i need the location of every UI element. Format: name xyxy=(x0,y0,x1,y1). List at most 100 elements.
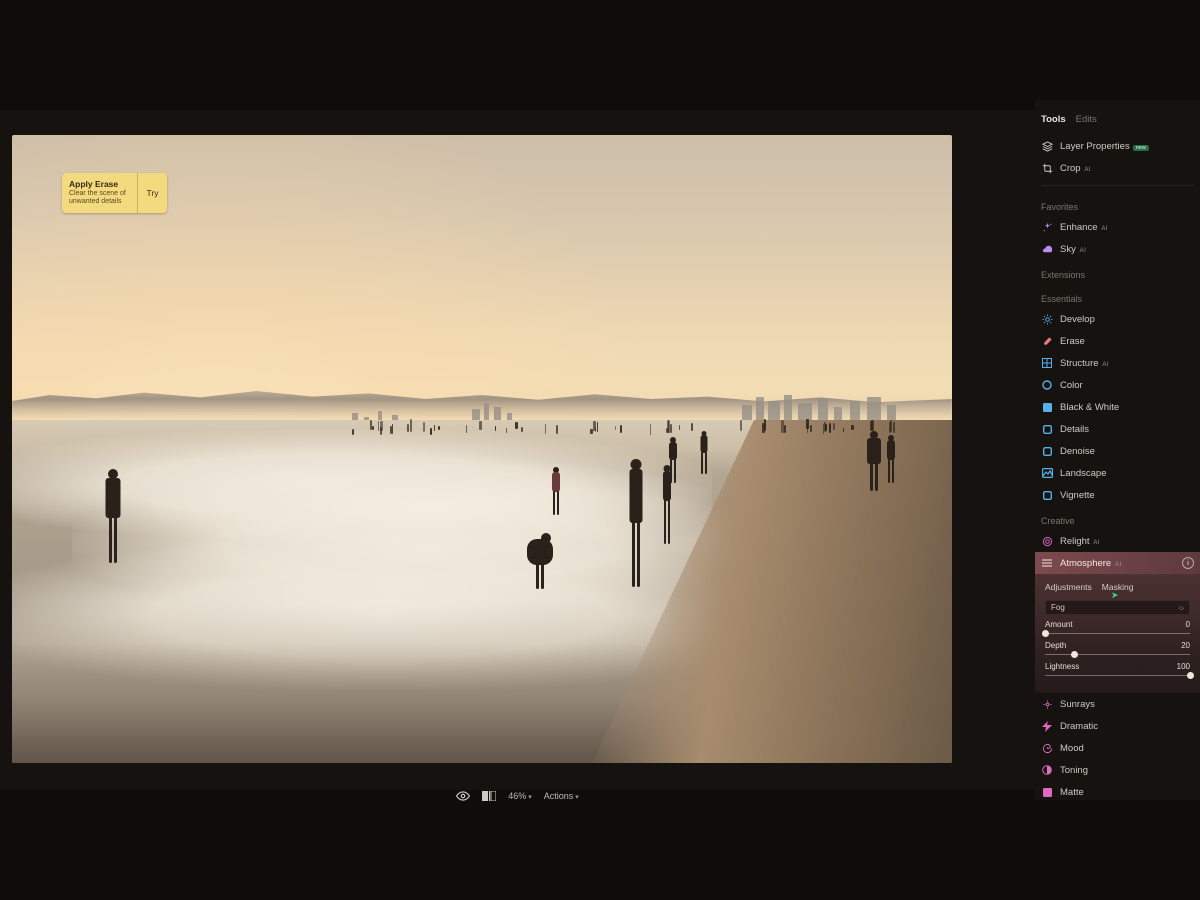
atmosphere-panel: Adjustments Masking ➤ Fog Amount0Depth20… xyxy=(1035,574,1200,693)
scene-person xyxy=(520,527,560,589)
scene-person xyxy=(624,459,648,589)
tool-label: Sky AI xyxy=(1060,244,1194,255)
tool-bw[interactable]: Black & White xyxy=(1035,396,1200,418)
tool-crop[interactable]: Crop AI xyxy=(1035,157,1200,179)
tip-apply-erase: Apply Erase Clear the scene of unwanted … xyxy=(62,173,167,213)
tool-develop[interactable]: Develop xyxy=(1035,308,1200,330)
tool-label: Develop xyxy=(1060,314,1194,325)
bolt-icon xyxy=(1041,720,1053,732)
crop-icon xyxy=(1041,162,1053,174)
tool-structure[interactable]: Structure AI xyxy=(1035,352,1200,374)
slider-value: 20 xyxy=(1181,641,1190,650)
tip-title: Apply Erase xyxy=(69,179,130,189)
sparkle-icon xyxy=(1041,221,1053,233)
slider-lightness[interactable]: Lightness 100 xyxy=(1045,662,1190,679)
tool-denoise[interactable]: Denoise xyxy=(1035,440,1200,462)
tool-toning[interactable]: Toning xyxy=(1035,759,1200,781)
scene-person xyxy=(884,435,898,483)
square-o-icon xyxy=(1041,489,1053,501)
tool-landscape[interactable]: Landscape xyxy=(1035,462,1200,484)
scene-person xyxy=(549,467,563,515)
tool-label: Layer Propertiesnew xyxy=(1060,141,1194,152)
slider-label: Depth xyxy=(1045,641,1066,650)
tool-label: Denoise xyxy=(1060,446,1194,457)
tool-relight[interactable]: Relight AI xyxy=(1035,530,1200,552)
tip-try-button[interactable]: Try xyxy=(137,173,167,213)
tool-sky[interactable]: Sky AI xyxy=(1035,238,1200,260)
tool-label: Erase xyxy=(1060,336,1194,347)
tool-label: Relight AI xyxy=(1060,536,1194,547)
slider-value: 100 xyxy=(1177,662,1190,671)
slider-label: Lightness xyxy=(1045,662,1079,671)
info-icon[interactable]: i xyxy=(1182,557,1194,569)
divider xyxy=(1041,185,1194,186)
slider-value: 0 xyxy=(1186,620,1190,629)
tool-label: Matte xyxy=(1060,787,1194,798)
scene-crowd: /*placeholder*/ xyxy=(342,411,912,435)
sidebar-tabs: Tools Edits xyxy=(1035,100,1200,135)
section-essentials: Essentials xyxy=(1035,284,1200,308)
tool-label: Vignette xyxy=(1060,490,1194,501)
zoom-level[interactable]: 46% xyxy=(508,791,532,801)
sun-icon xyxy=(1041,313,1053,325)
tool-color[interactable]: Color xyxy=(1035,374,1200,396)
grid-icon xyxy=(1041,357,1053,369)
tool-atmosphere[interactable]: Atmosphere AI i xyxy=(1035,552,1200,574)
tool-layer-properties[interactable]: Layer Propertiesnew xyxy=(1035,135,1200,157)
slider-thumb[interactable] xyxy=(1187,672,1194,679)
tool-details[interactable]: Details xyxy=(1035,418,1200,440)
canvas-bottom-bar: 46% Actions xyxy=(0,784,1035,808)
section-extensions: Extensions xyxy=(1035,260,1200,284)
sun-o-icon xyxy=(1041,698,1053,710)
square-o-icon xyxy=(1041,445,1053,457)
scene-person xyxy=(862,431,886,491)
compare-icon[interactable] xyxy=(482,789,496,803)
actions-menu[interactable]: Actions xyxy=(544,791,579,801)
square-icon xyxy=(1041,786,1053,798)
tool-sunrays[interactable]: Sunrays xyxy=(1035,693,1200,715)
tool-label: Details xyxy=(1060,424,1194,435)
atmosphere-icon xyxy=(1041,557,1053,569)
cursor-icon: ➤ xyxy=(1111,590,1119,601)
tool-label: Enhance AI xyxy=(1060,222,1194,233)
visibility-icon[interactable] xyxy=(456,789,470,803)
slider-thumb[interactable] xyxy=(1071,651,1078,658)
slider-label: Amount xyxy=(1045,620,1073,629)
tool-label: Black & White xyxy=(1060,402,1194,413)
eraser-icon xyxy=(1041,335,1053,347)
tip-subtitle: Clear the scene of unwanted details xyxy=(69,190,130,206)
tool-label: Dramatic xyxy=(1060,721,1194,732)
image-canvas[interactable]: /*placeholder*/ xyxy=(12,135,952,763)
tool-enhance[interactable]: Enhance AI xyxy=(1035,216,1200,238)
slider-depth[interactable]: Depth 20 xyxy=(1045,641,1190,658)
tool-label: Atmosphere AI xyxy=(1060,558,1175,569)
tool-label: Landscape xyxy=(1060,468,1194,479)
slider-thumb[interactable] xyxy=(1042,630,1049,637)
tool-erase[interactable]: Erase xyxy=(1035,330,1200,352)
tool-vignette[interactable]: Vignette xyxy=(1035,484,1200,506)
tool-label: Mood xyxy=(1060,743,1194,754)
section-favorites: Favorites xyxy=(1035,192,1200,216)
tool-label: Sunrays xyxy=(1060,699,1194,710)
tool-label: Crop AI xyxy=(1060,163,1194,174)
square-icon xyxy=(1041,401,1053,413)
tool-label: Color xyxy=(1060,380,1194,391)
tool-matte[interactable]: Matte xyxy=(1035,781,1200,800)
circle-icon xyxy=(1041,379,1053,391)
tools-sidebar: Tools Edits Layer Propertiesnew Crop AI F… xyxy=(1035,100,1200,800)
tool-dramatic[interactable]: Dramatic xyxy=(1035,715,1200,737)
layers-icon xyxy=(1041,140,1053,152)
half-icon xyxy=(1041,764,1053,776)
atmosphere-type-dropdown[interactable]: Fog xyxy=(1045,600,1190,615)
slider-amount[interactable]: Amount 0 xyxy=(1045,620,1190,637)
tab-tools[interactable]: Tools xyxy=(1041,114,1066,125)
cloud-icon xyxy=(1041,243,1053,255)
tool-mood[interactable]: Mood xyxy=(1035,737,1200,759)
app-root: /*placeholder*/ xyxy=(0,0,1200,900)
square-o-icon xyxy=(1041,423,1053,435)
subtab-adjustments[interactable]: Adjustments xyxy=(1045,582,1092,592)
tool-label: Structure AI xyxy=(1060,358,1194,369)
target-icon xyxy=(1041,535,1053,547)
tab-edits[interactable]: Edits xyxy=(1076,114,1097,125)
image-icon xyxy=(1041,467,1053,479)
